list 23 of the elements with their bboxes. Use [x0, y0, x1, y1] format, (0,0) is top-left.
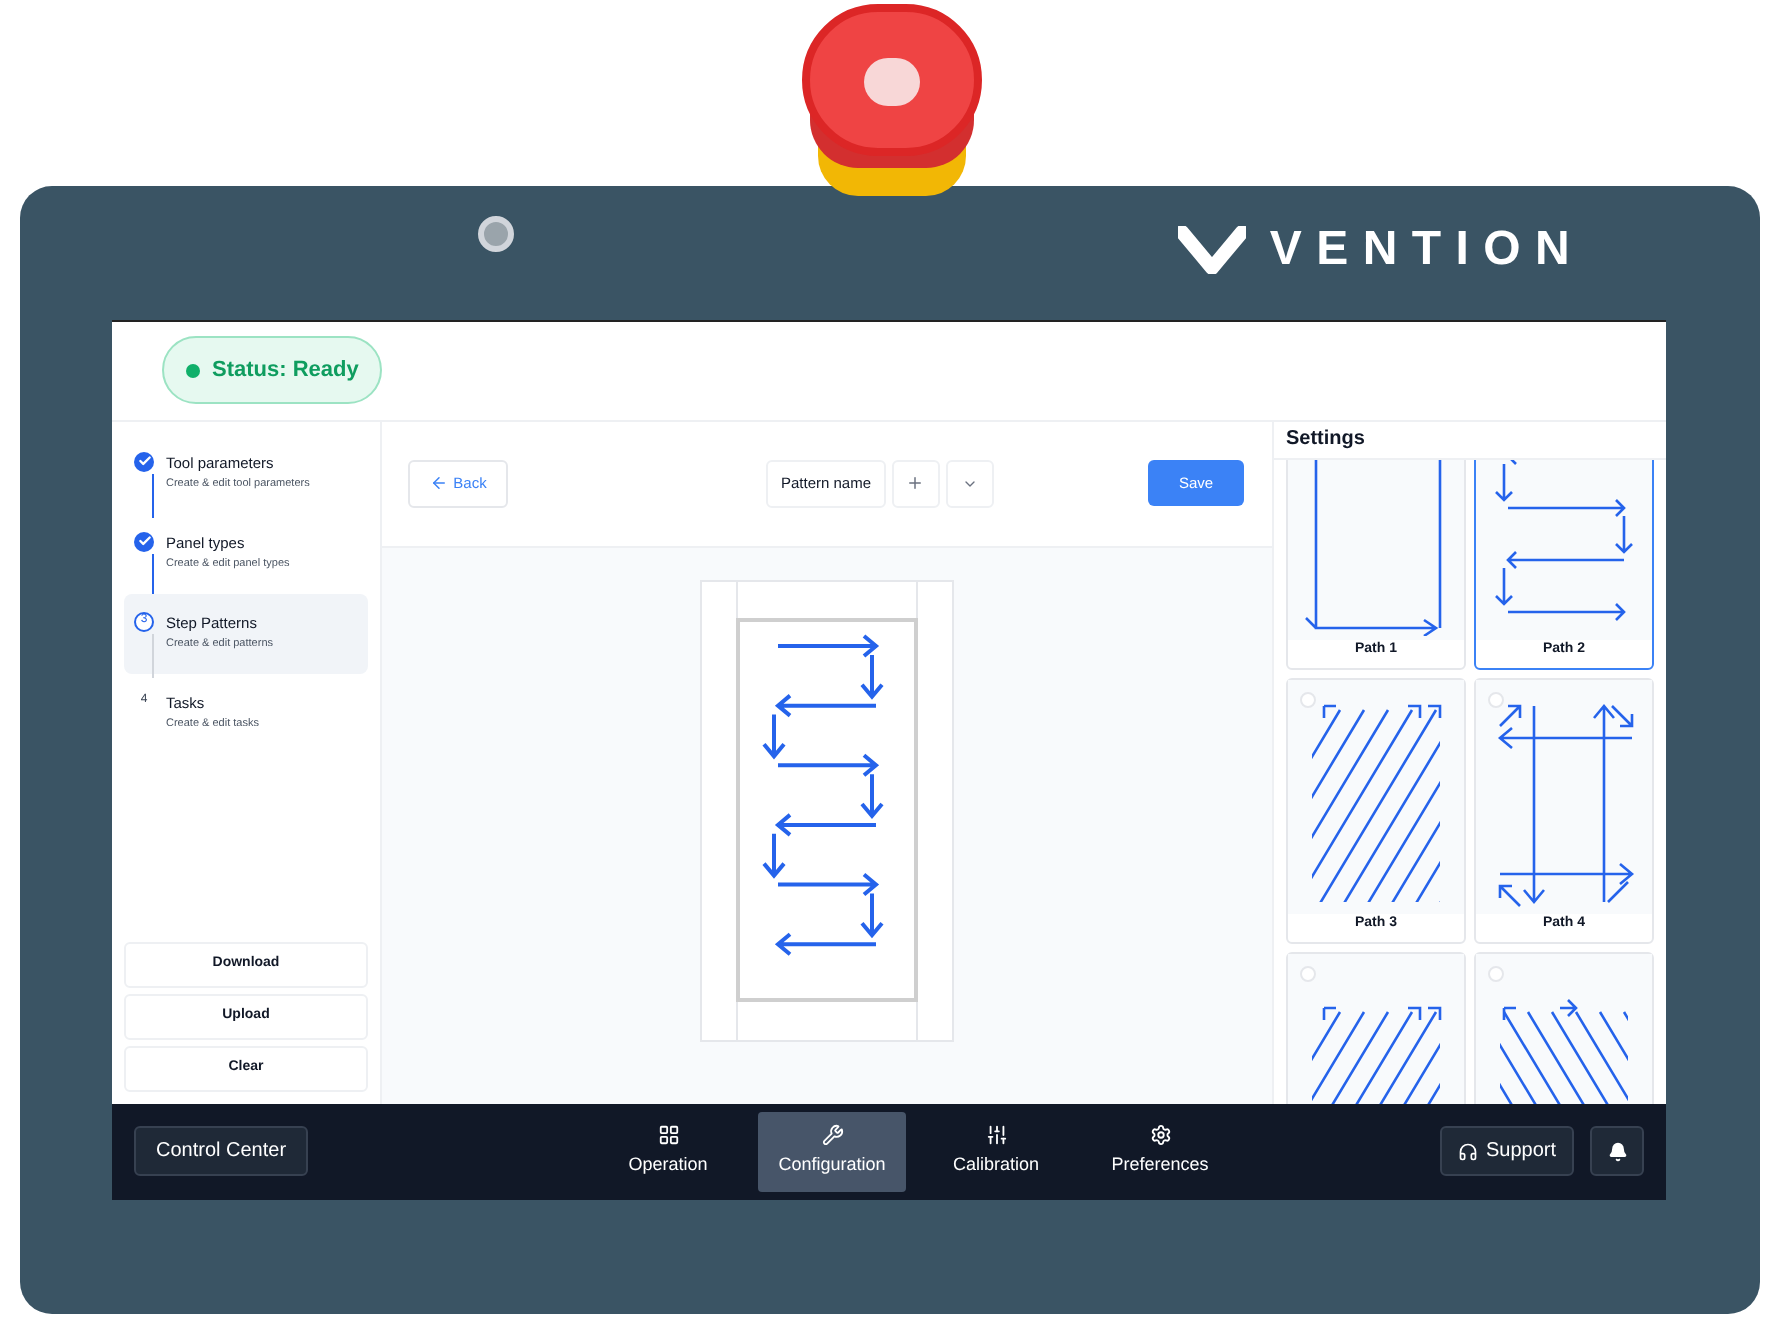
- status-label: Status: Ready: [212, 356, 359, 386]
- bell-icon: [1607, 1141, 1627, 1162]
- brand-name: VENTION: [1269, 219, 1584, 279]
- dropdown-button[interactable]: [945, 459, 994, 507]
- nav-tab[interactable]: Configuration: [758, 1111, 906, 1192]
- grid-icon: [657, 1124, 679, 1146]
- nav-tab[interactable]: Preferences: [1086, 1111, 1234, 1192]
- headphones-icon: [1457, 1141, 1478, 1162]
- step-check-icon: [134, 451, 154, 471]
- sliders-icon: [985, 1124, 1007, 1146]
- logo-icon: [1177, 225, 1246, 273]
- plus-icon: [906, 474, 925, 492]
- settings-title: Settings: [1286, 426, 1365, 454]
- notifications-button[interactable]: [1590, 1126, 1644, 1177]
- control-center-button[interactable]: Control Center: [134, 1126, 309, 1177]
- nav-tab[interactable]: Calibration: [922, 1111, 1070, 1192]
- step-check-icon: [134, 531, 154, 551]
- add-button[interactable]: [891, 459, 940, 507]
- nav-tab[interactable]: Operation: [594, 1111, 742, 1192]
- support-button[interactable]: Support: [1439, 1126, 1574, 1177]
- wrench-icon: [821, 1124, 843, 1146]
- gear-icon: [1149, 1124, 1171, 1146]
- back-arrow-icon: [429, 474, 448, 492]
